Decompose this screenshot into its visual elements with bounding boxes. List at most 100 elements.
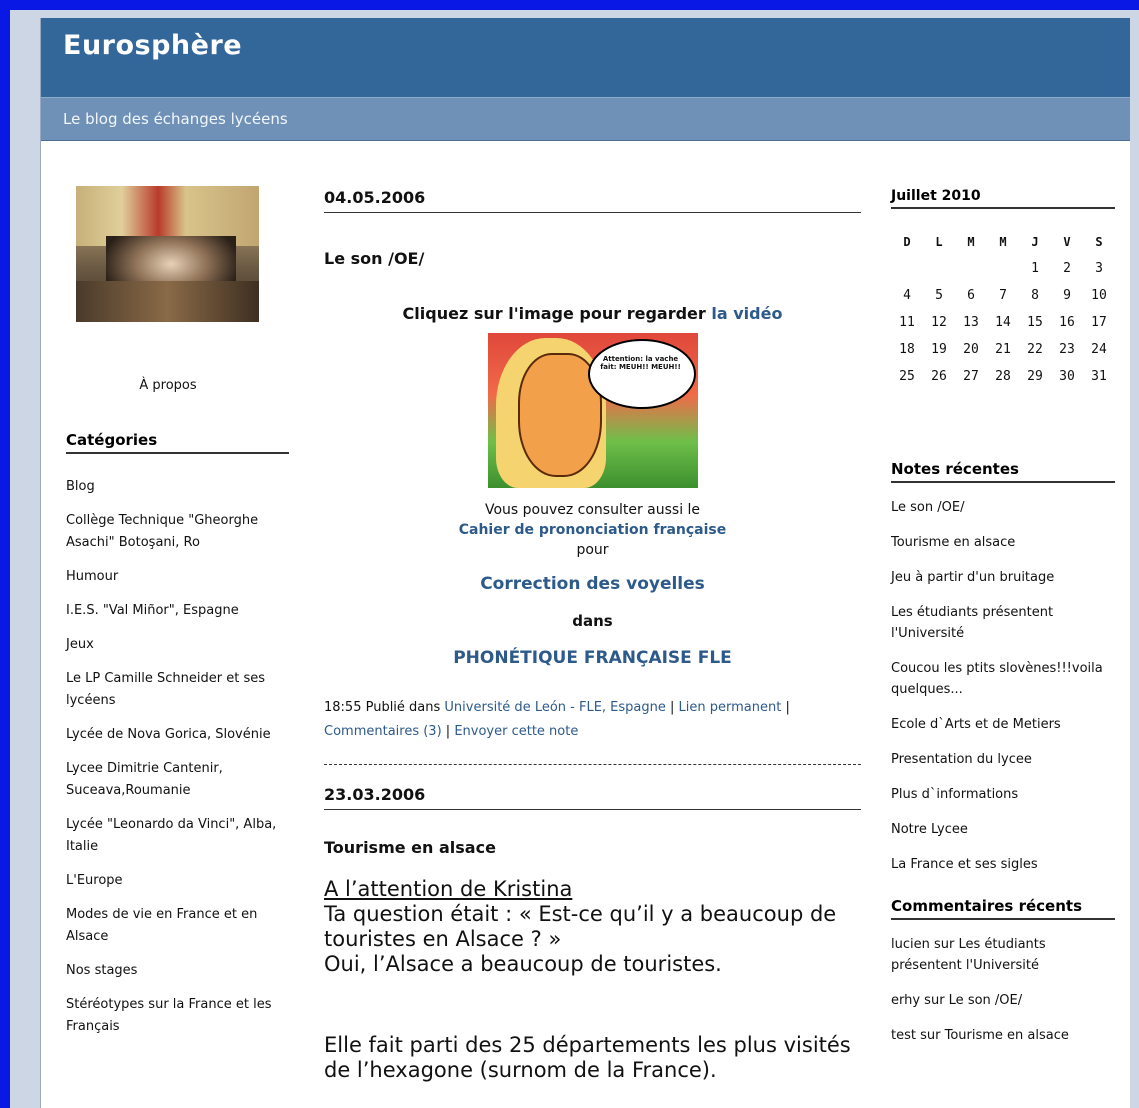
category-link[interactable]: Collège Technique "Gheorghe Asachi" Boto… — [66, 510, 290, 554]
category-link[interactable]: I.E.S. "Val Miñor", Espagne — [66, 600, 290, 622]
recent-note-link[interactable]: Ecole d`Arts et de Metiers — [891, 714, 1115, 735]
calendar-day — [891, 255, 923, 282]
calendar-day: 16 — [1059, 315, 1075, 330]
post-meta: 18:55 Publié dans Université de León - F… — [324, 696, 861, 744]
calendar-day — [987, 255, 1019, 282]
calendar-day: 10 — [1091, 288, 1107, 303]
category-link[interactable]: Lycée de Nova Gorica, Slovénie — [66, 724, 290, 746]
calendar-day: 21 — [995, 342, 1011, 357]
recent-note-link[interactable]: Plus d`informations — [891, 784, 1115, 805]
category-link[interactable]: Université de León - FLE, Espagne — [444, 700, 665, 715]
recent-note-link[interactable]: Coucou les ptits slovènes!!!voila quelqu… — [891, 658, 1115, 700]
category-link[interactable]: Modes de vie en France et en Alsace — [66, 904, 290, 948]
calendar-day: 17 — [1091, 315, 1107, 330]
post-paragraph: Oui, l’Alsace a beaucoup de touristes. — [324, 952, 722, 976]
calendar-day: 13 — [963, 315, 979, 330]
send-note-link[interactable]: Envoyer cette note — [454, 724, 578, 739]
site-subheader: Le blog des échanges lycéens — [41, 97, 1130, 141]
main-content: 04.05.2006 Le son /OE/ Cliquez sur l'ima… — [324, 188, 861, 1083]
calendar-day — [923, 255, 955, 282]
calendar-day: 18 — [899, 342, 915, 357]
calendar-day: 8 — [1031, 288, 1039, 303]
permalink-link[interactable]: Lien permanent — [679, 700, 782, 715]
calendar-day: 27 — [963, 369, 979, 384]
calendar-weekday: L — [935, 235, 943, 249]
pour-text: pour — [576, 542, 609, 558]
category-link[interactable]: Blog — [66, 476, 290, 498]
post-date: 04.05.2006 — [324, 188, 861, 213]
site-title[interactable]: Eurosphère — [63, 30, 242, 61]
recent-note-link[interactable]: Les étudiants présentent l'Université — [891, 602, 1115, 644]
calendar-day: 11 — [899, 315, 915, 330]
group-photo[interactable] — [76, 186, 259, 322]
recent-comments-list: lucien sur Les étudiants présentent l'Un… — [891, 934, 1115, 1046]
calendar-title: Juillet 2010 — [891, 188, 1115, 209]
video-cta-text: Cliquez sur l'image pour regarder — [402, 304, 712, 323]
calendar-day: 23 — [1059, 342, 1075, 357]
calendar-day: 24 — [1091, 342, 1107, 357]
right-sidebar: Juillet 2010 DLMMJVS 1 2 3 4 5 6 7 8 9 10 11 12 13 14… — [891, 188, 1115, 1060]
post-title[interactable]: Le son /OE/ — [324, 249, 861, 268]
post-time: 18:55 Publié dans — [324, 700, 445, 715]
calendar-day: 20 — [963, 342, 979, 357]
calendar-day: 15 — [1027, 315, 1043, 330]
calendar-day: 14 — [995, 315, 1011, 330]
page: Eurosphère Le blog des échanges lycéens … — [40, 18, 1130, 1108]
cahier-link[interactable]: Cahier de prononciation française — [459, 522, 727, 538]
calendar: DLMMJVS 1 2 3 4 5 6 7 8 9 10 11 12 13 14 15 16 17 18 19 20 2… — [891, 229, 1115, 390]
category-link[interactable]: Stéréotypes sur la France et les Françai… — [66, 994, 290, 1038]
video-thumbnail[interactable]: Attention: la vache fait: MEUH!! MEUH!! — [487, 333, 698, 488]
calendar-day: 1 — [1031, 261, 1039, 276]
about-link[interactable]: À propos — [56, 378, 280, 393]
video-bubble-text: Attention: la vache fait: MEUH!! MEUH!! — [600, 355, 681, 371]
category-link[interactable]: Humour — [66, 566, 290, 588]
calendar-day — [955, 255, 987, 282]
calendar-day: 25 — [899, 369, 915, 384]
category-link[interactable]: Jeux — [66, 634, 290, 656]
phonetique-link[interactable]: PHONÉTIQUE FRANÇAISE FLE — [453, 648, 732, 668]
recent-comment-link[interactable]: lucien sur Les étudiants présentent l'Un… — [891, 934, 1115, 976]
post-paragraph: Ta question était : « Est-ce qu’il y a b… — [324, 902, 837, 951]
recent-notes-title: Notes récentes — [891, 460, 1115, 483]
calendar-week: 11 12 13 14 15 16 17 — [891, 309, 1115, 336]
calendar-week: 18 19 20 21 22 23 24 — [891, 336, 1115, 363]
recent-note-link[interactable]: Presentation du lycee — [891, 749, 1115, 770]
calendar-day: 5 — [935, 288, 943, 303]
recent-note-link[interactable]: Tourisme en alsace — [891, 532, 1115, 553]
category-link[interactable]: Le LP Camille Schneider et ses lycéens — [66, 668, 290, 712]
category-link[interactable]: L'Europe — [66, 870, 290, 892]
calendar-day: 30 — [1059, 369, 1075, 384]
category-link[interactable]: Lycée "Leonardo da Vinci", Alba, Italie — [66, 814, 290, 858]
categories-list: Blog Collège Technique "Gheorghe Asachi" … — [66, 476, 290, 1050]
meta-separator: | — [665, 700, 679, 715]
category-link[interactable]: Lycee Dimitrie Cantenir, Suceava,Roumani… — [66, 758, 290, 802]
calendar-day: 4 — [903, 288, 911, 303]
recent-comments-title: Commentaires récents — [891, 897, 1115, 920]
post-heading: A l’attention de Kristina — [324, 877, 573, 901]
video-link[interactable]: la vidéo — [711, 304, 782, 323]
calendar-day: 3 — [1095, 261, 1103, 276]
recent-comment-link[interactable]: test sur Tourisme en alsace — [891, 1025, 1115, 1046]
correction-link[interactable]: Correction des voyelles — [480, 574, 705, 594]
calendar-day: 19 — [931, 342, 947, 357]
calendar-day: 2 — [1063, 261, 1071, 276]
meta-separator: | — [781, 700, 790, 715]
recent-note-link[interactable]: Jeu à partir d'un bruitage — [891, 567, 1115, 588]
calendar-day: 12 — [931, 315, 947, 330]
post-title[interactable]: Tourisme en alsace — [324, 838, 861, 857]
category-link[interactable]: Nos stages — [66, 960, 290, 982]
comments-link[interactable]: Commentaires (3) — [324, 724, 442, 739]
calendar-weekday: D — [903, 235, 911, 249]
site-tagline: Le blog des échanges lycéens — [63, 110, 288, 128]
calendar-week: 4 5 6 7 8 9 10 — [891, 282, 1115, 309]
recent-comment-link[interactable]: erhy sur Le son /OE/ — [891, 990, 1115, 1011]
calendar-day: 22 — [1027, 342, 1043, 357]
calendar-day: 28 — [995, 369, 1011, 384]
recent-note-link[interactable]: Le son /OE/ — [891, 497, 1115, 518]
calendar-weekday: M — [967, 235, 975, 249]
calendar-day: 26 — [931, 369, 947, 384]
recent-note-link[interactable]: Notre Lycee — [891, 819, 1115, 840]
calendar-day: 9 — [1063, 288, 1071, 303]
recent-note-link[interactable]: La France et ses sigles — [891, 854, 1115, 875]
calendar-weekday: V — [1063, 235, 1071, 249]
